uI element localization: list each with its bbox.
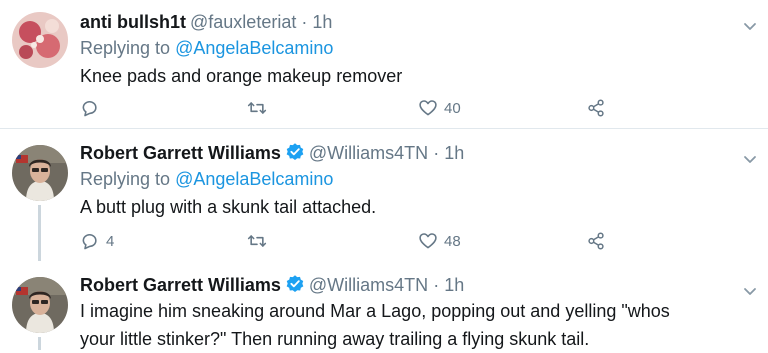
- share-icon: [586, 98, 606, 118]
- like-count: 48: [444, 232, 461, 250]
- like-button[interactable]: 40: [418, 97, 461, 119]
- tweet-content: Robert Garrett Williams @Williams4TN · 1h…: [80, 141, 734, 221]
- retweet-icon: [247, 98, 267, 118]
- tweet-actions: 40: [80, 97, 734, 119]
- share-button[interactable]: [586, 230, 606, 252]
- tweet-content: Robert Garrett Williams @Williams4TN · 1h…: [80, 273, 734, 353]
- tweet-actions: 4 48: [80, 230, 734, 252]
- like-button[interactable]: 48: [418, 230, 461, 252]
- avatar[interactable]: [12, 145, 68, 201]
- retweet-button[interactable]: [247, 97, 273, 119]
- replying-to-line: Replying to @AngelaBelcamino: [80, 34, 734, 62]
- user-handle[interactable]: @Williams4TN: [309, 275, 428, 295]
- retweet-icon: [247, 231, 267, 251]
- timestamp[interactable]: 1h: [444, 143, 464, 163]
- reply-button[interactable]: [80, 97, 106, 119]
- thread-connector-line: [38, 337, 41, 350]
- share-icon: [586, 231, 606, 251]
- chevron-down-icon[interactable]: [742, 18, 758, 34]
- avatar[interactable]: [12, 277, 68, 333]
- user-handle[interactable]: @Williams4TN: [309, 143, 428, 163]
- chevron-down-icon[interactable]: [742, 151, 758, 167]
- avatar[interactable]: [12, 12, 68, 68]
- tweet-text-line: I imagine him sneaking around Mar a Lago…: [80, 301, 670, 321]
- share-button[interactable]: [586, 97, 606, 119]
- display-name[interactable]: Robert Garrett Williams: [80, 275, 281, 295]
- thread-connector-line: [38, 205, 41, 261]
- separator-dot: ·: [433, 275, 440, 295]
- tweet-text-line: your little stinker?" Then running away …: [80, 329, 590, 349]
- display-name[interactable]: anti bullsh1t: [80, 12, 186, 32]
- replying-to-mention[interactable]: @AngelaBelcamino: [175, 169, 333, 189]
- tweet-1[interactable]: anti bullsh1t @fauxleteriat · 1h Replying…: [0, 0, 768, 129]
- timestamp[interactable]: 1h: [312, 12, 332, 32]
- reply-button[interactable]: 4: [80, 230, 114, 252]
- separator-dot: ·: [433, 143, 440, 163]
- tweet-header: Robert Garrett Williams @Williams4TN · 1h: [80, 141, 734, 165]
- like-count: 40: [444, 99, 461, 117]
- like-icon: [418, 98, 438, 118]
- reply-icon: [80, 98, 100, 118]
- tweet-header: Robert Garrett Williams @Williams4TN · 1h: [80, 273, 734, 297]
- user-handle[interactable]: @fauxleteriat: [190, 12, 296, 32]
- verified-badge-icon: [285, 142, 305, 162]
- reply-count: 4: [106, 232, 115, 250]
- replying-prefix: Replying to: [80, 169, 171, 189]
- like-icon: [418, 231, 438, 251]
- retweet-button[interactable]: [247, 230, 273, 252]
- verified-badge-icon: [285, 274, 305, 294]
- tweet-content: anti bullsh1t @fauxleteriat · 1h Replying…: [80, 10, 734, 90]
- tweet-header: anti bullsh1t @fauxleteriat · 1h: [80, 10, 734, 34]
- tweet-3[interactable]: Robert Garrett Williams @Williams4TN · 1h…: [0, 261, 768, 350]
- replying-to-line: Replying to @AngelaBelcamino: [80, 165, 734, 193]
- tweet-text: Knee pads and orange makeup remover: [80, 66, 403, 86]
- tweet-text: A butt plug with a skunk tail attached.: [80, 197, 377, 217]
- separator-dot: ·: [301, 12, 308, 32]
- tweet-text: I imagine him sneaking around Mar a Lago…: [80, 297, 734, 353]
- replying-prefix: Replying to: [80, 38, 171, 58]
- reply-icon: [80, 231, 100, 251]
- tweet-2[interactable]: Robert Garrett Williams @Williams4TN · 1h…: [0, 129, 768, 261]
- chevron-down-icon[interactable]: [742, 283, 758, 299]
- timestamp[interactable]: 1h: [444, 275, 464, 295]
- display-name[interactable]: Robert Garrett Williams: [80, 143, 281, 163]
- replying-to-mention[interactable]: @AngelaBelcamino: [175, 38, 333, 58]
